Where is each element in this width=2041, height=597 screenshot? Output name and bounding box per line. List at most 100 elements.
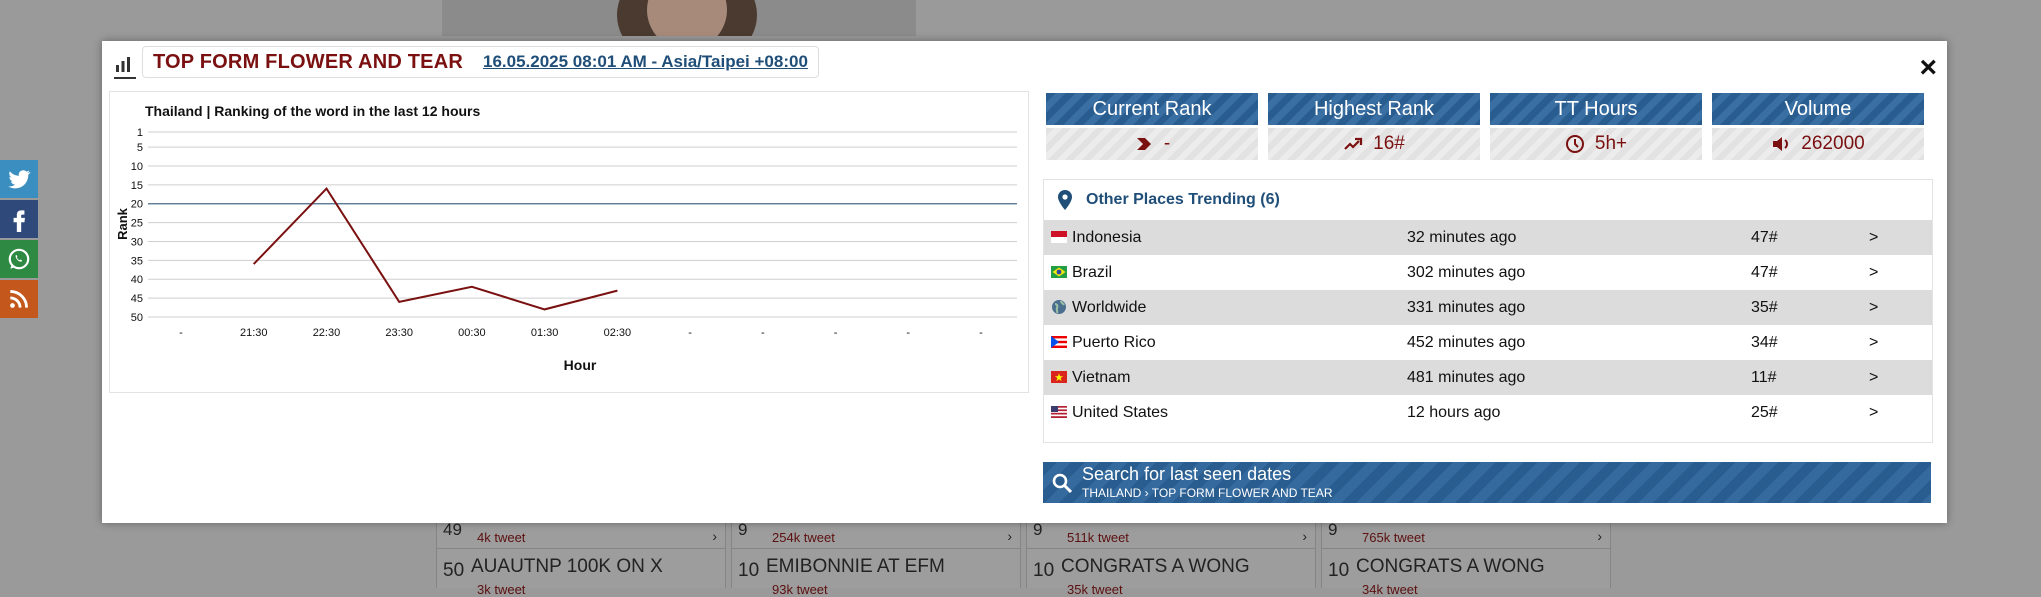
- facebook-icon: [13, 210, 25, 232]
- place-go-arrow[interactable]: >: [1869, 404, 1878, 422]
- stat-value: -: [1163, 133, 1171, 154]
- stat-label: Highest Rank: [1268, 93, 1480, 125]
- place-go-arrow[interactable]: >: [1869, 334, 1878, 352]
- x-tick-label: -: [834, 327, 838, 339]
- background-trend-grid: 49 4k tweet › 50 AUAUTNP 100K ON X 3k tw…: [436, 520, 1612, 597]
- place-row[interactable]: Vietnam 481 minutes ago 11# >: [1044, 360, 1932, 395]
- twitter-share-button[interactable]: [0, 160, 38, 198]
- stat-tt-hours: TT Hours 5h+: [1490, 93, 1702, 163]
- background-row[interactable]: 9 765k tweet ›: [1322, 520, 1610, 549]
- y-tick-label: 10: [131, 161, 143, 173]
- x-tick-label: 21:30: [240, 327, 268, 339]
- row-arrow-icon: ›: [1007, 528, 1012, 544]
- rank-number: 10: [738, 560, 760, 581]
- place-rank: 47#: [1751, 264, 1778, 281]
- place-go-arrow[interactable]: >: [1869, 264, 1878, 282]
- y-tick-label: 5: [137, 142, 143, 154]
- tweet-count: 3k tweet: [477, 582, 526, 597]
- tweet-count: 93k tweet: [772, 582, 828, 597]
- background-row[interactable]: 9 511k tweet ›: [1027, 520, 1315, 549]
- whatsapp-share-button[interactable]: [0, 240, 38, 278]
- y-tick-label: 20: [131, 199, 143, 211]
- x-tick-label: 22:30: [313, 327, 341, 339]
- search-last-seen-button[interactable]: Search for last seen dates THAILAND › TO…: [1043, 462, 1931, 503]
- stat-label: Current Rank: [1046, 93, 1258, 125]
- x-tick-label: 23:30: [385, 327, 413, 339]
- speaker-icon: [1773, 137, 1789, 151]
- row-arrow-icon: ›: [1302, 528, 1307, 544]
- whatsapp-icon: [8, 248, 30, 270]
- stat-label: Volume: [1712, 93, 1924, 125]
- background-row[interactable]: 50 AUAUTNP 100K ON X 3k tweet: [437, 550, 725, 597]
- chevron-right-icon: [1136, 138, 1151, 150]
- background-row[interactable]: 9 254k tweet ›: [732, 520, 1020, 549]
- united-states-flag-icon: [1051, 406, 1067, 418]
- stat-value-box: 5h+: [1490, 128, 1702, 160]
- place-go-arrow[interactable]: >: [1869, 229, 1878, 247]
- trend-detail-modal: TOP FORM FLOWER AND TEAR 16.05.2025 08:0…: [102, 41, 1947, 523]
- rank-number: 49: [443, 520, 462, 539]
- y-tick-label: 1: [137, 127, 143, 139]
- place-row[interactable]: Puerto Rico 452 minutes ago 34# >: [1044, 325, 1932, 360]
- chart-tab-button[interactable]: [114, 55, 136, 79]
- place-country: Brazil: [1072, 264, 1113, 281]
- y-tick-label: 25: [131, 218, 143, 230]
- background-row[interactable]: 49 4k tweet ›: [437, 520, 725, 549]
- puerto-rico-flag-icon: [1051, 336, 1067, 348]
- rank-number: 50: [443, 560, 465, 581]
- rank-line-chart: Thailand | Ranking of the word in the la…: [115, 103, 1017, 373]
- stat-value-box: 262000: [1712, 128, 1924, 160]
- background-row[interactable]: 10 CONGRATS A WONG 34k tweet: [1322, 550, 1610, 597]
- breadcrumb: THAILAND › TOP FORM FLOWER AND TEAR: [1082, 486, 1333, 500]
- other-places-panel: Other Places Trending (6) Indonesia 32 m…: [1043, 179, 1933, 443]
- clock-icon: [1565, 135, 1584, 153]
- stat-volume: Volume 262000: [1712, 93, 1924, 163]
- place-country: Indonesia: [1072, 229, 1142, 246]
- search-icon: [1052, 473, 1073, 494]
- x-tick-label: -: [688, 327, 692, 339]
- close-button[interactable]: ×: [1919, 53, 1937, 83]
- twitter-icon: [8, 170, 31, 189]
- tweet-count: 4k tweet: [477, 530, 526, 545]
- stat-current-rank: Current Rank -: [1046, 93, 1258, 163]
- y-tick-label: 15: [131, 180, 143, 192]
- place-time-ago: 331 minutes ago: [1407, 299, 1526, 316]
- stat-highest-rank: Highest Rank 16#: [1268, 93, 1480, 163]
- place-rank: 25#: [1751, 404, 1778, 421]
- place-row[interactable]: United States 12 hours ago 25# >: [1044, 395, 1932, 430]
- stat-value: 16#: [1373, 133, 1405, 154]
- globe-icon: [1052, 300, 1066, 314]
- background-row[interactable]: 10 CONGRATS A WONG 35k tweet: [1027, 550, 1315, 597]
- place-row[interactable]: Brazil 302 minutes ago 47# >: [1044, 255, 1932, 290]
- place-country: United States: [1072, 404, 1169, 421]
- place-go-arrow[interactable]: >: [1869, 299, 1878, 317]
- background-column: 9 254k tweet › 10 EMIBONNIE AT EFM 93k t…: [731, 520, 1021, 597]
- brazil-flag-icon: [1051, 266, 1067, 278]
- x-tick-label: -: [979, 327, 983, 339]
- bar-chart-icon: [116, 57, 130, 72]
- rank-chart-panel: Thailand | Ranking of the word in the la…: [109, 91, 1029, 393]
- other-places-header: Other Places Trending (6): [1044, 180, 1932, 220]
- date-link[interactable]: 16.05.2025 08:01 AM - Asia/Taipei +08:00: [483, 52, 808, 72]
- map-pin-icon: [1058, 190, 1072, 210]
- stat-value-box: -: [1046, 128, 1258, 160]
- tweet-count: 35k tweet: [1067, 582, 1123, 597]
- stat-value: 262000: [1801, 133, 1865, 154]
- y-tick-label: 35: [131, 255, 143, 267]
- chart-title: Thailand | Ranking of the word in the la…: [145, 103, 480, 119]
- place-go-arrow[interactable]: >: [1869, 369, 1878, 387]
- place-row[interactable]: Indonesia 32 minutes ago 47# >: [1044, 220, 1932, 255]
- place-country: Vietnam: [1072, 369, 1131, 386]
- place-time-ago: 481 minutes ago: [1407, 369, 1526, 386]
- title-header: TOP FORM FLOWER AND TEAR 16.05.2025 08:0…: [142, 46, 819, 78]
- x-tick-label: -: [906, 327, 910, 339]
- facebook-share-button[interactable]: [0, 200, 38, 238]
- tweet-count: 254k tweet: [772, 530, 835, 545]
- place-row[interactable]: Worldwide 331 minutes ago 35# >: [1044, 290, 1932, 325]
- y-tick-label: 50: [131, 312, 143, 324]
- search-title: Search for last seen dates: [1082, 464, 1292, 484]
- rss-feed-button[interactable]: [0, 280, 38, 318]
- place-country: Puerto Rico: [1072, 334, 1156, 351]
- background-row[interactable]: 10 EMIBONNIE AT EFM 93k tweet: [732, 550, 1020, 597]
- tweet-count: 511k tweet: [1067, 530, 1129, 545]
